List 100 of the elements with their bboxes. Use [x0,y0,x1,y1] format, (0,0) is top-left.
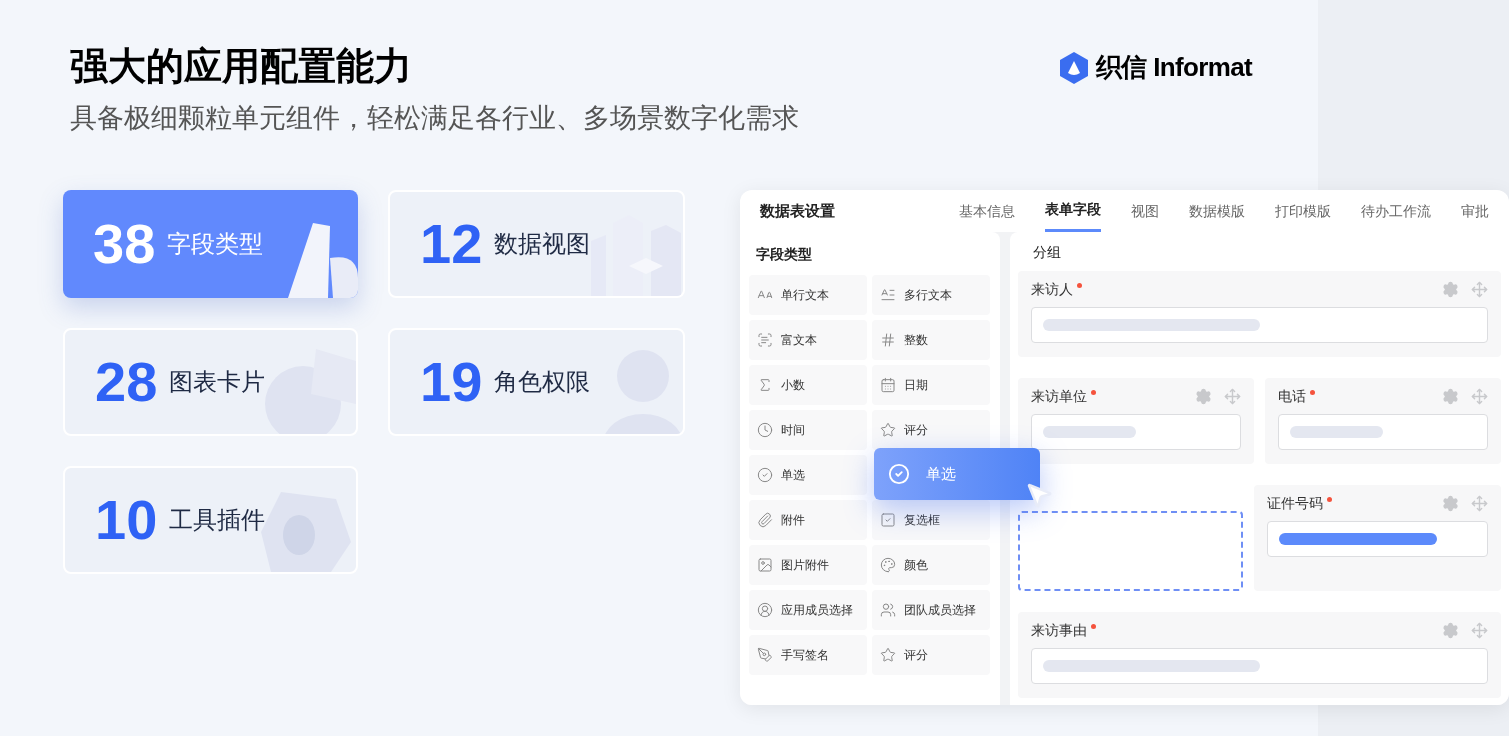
scan-text-icon [757,332,773,348]
field-type-label: 时间 [781,422,805,439]
field-type-label: 评分 [904,422,928,439]
field-type-tile[interactable]: 日期 [872,365,990,405]
stat-label: 字段类型 [167,229,264,259]
field-type-tile[interactable]: 时间 [749,410,867,450]
tab[interactable]: 视图 [1131,190,1159,232]
form-field-card[interactable]: 证件号码 [1254,485,1501,591]
tab[interactable]: 基本信息 [959,190,1015,232]
move-icon[interactable] [1224,387,1241,405]
star-icon [880,647,896,663]
field-label: 来访事由 [1031,620,1087,640]
form-field-card[interactable]: 来访事由 [1018,612,1501,698]
field-type-label: 附件 [781,512,805,529]
field-type-tile[interactable]: 手写签名 [749,635,867,675]
move-icon[interactable] [1471,387,1488,405]
field-type-label: 应用成员选择 [781,602,853,619]
tab[interactable]: 数据模版 [1189,190,1245,232]
hash-icon [880,332,896,348]
input-field[interactable] [1031,307,1488,343]
field-type-label: 复选框 [904,512,940,529]
field-type-tile[interactable]: 附件 [749,500,867,540]
field-type-tile[interactable]: 图片附件 [749,545,867,585]
field-label: 来访单位 [1031,386,1087,406]
chip-label: 单选 [926,463,956,484]
user-icon [757,602,773,618]
field-type-tile[interactable]: 团队成员选择 [872,590,990,630]
input-field[interactable] [1267,521,1488,557]
clock-icon [757,422,773,438]
image-icon [757,557,773,573]
field-type-tile[interactable]: 单选 [749,455,867,495]
input-field[interactable] [1031,648,1488,684]
text-lines-icon [880,287,896,303]
field-label: 电话 [1278,386,1306,406]
settings-icon[interactable] [1442,387,1459,405]
stat-number: 19 [420,354,483,410]
stat-card[interactable]: 10 工具插件 [63,466,358,574]
stat-label: 数据视图 [494,229,591,259]
field-type-tile[interactable]: 应用成员选择 [749,590,867,630]
sigma-icon [757,377,773,393]
tab[interactable]: 待办工作流 [1361,190,1431,232]
tab[interactable]: 审批 [1461,190,1489,232]
move-icon[interactable] [1471,621,1488,639]
field-type-label: 图片附件 [781,557,829,574]
users-icon [880,602,896,618]
settings-icon[interactable] [1442,494,1459,512]
move-icon[interactable] [1471,494,1488,512]
logo-icon [1059,51,1088,84]
stat-number: 38 [93,216,156,272]
field-type-label: 颜色 [904,557,928,574]
field-type-tile[interactable]: 评分 [872,635,990,675]
field-type-label: 多行文本 [904,287,952,304]
pen-icon [757,647,773,663]
stat-number: 12 [420,216,483,272]
field-label: 来访人 [1031,279,1073,299]
stat-card[interactable]: 12 数据视图 [388,190,685,298]
field-type-label: 小数 [781,377,805,394]
move-icon[interactable] [1471,280,1488,298]
section-heading: 分组 [1032,243,1062,262]
field-label: 证件号码 [1267,493,1323,513]
field-type-label: 日期 [904,377,928,394]
field-type-label: 单选 [781,467,805,484]
checkbox-icon [880,512,896,528]
page-title: 强大的应用配置能力 [70,44,413,89]
field-type-label: 团队成员选择 [904,602,976,619]
field-type-label: 富文本 [781,332,817,349]
field-type-tile[interactable]: 单行文本 [749,275,867,315]
form-field-card[interactable]: 来访人 [1018,271,1501,357]
stat-label: 角色权限 [494,367,591,397]
tab[interactable]: 打印模版 [1275,190,1331,232]
field-type-tile[interactable]: 颜色 [872,545,990,585]
input-field[interactable] [1278,414,1488,450]
section-heading: 字段类型 [755,245,813,264]
check-circle-icon [757,467,773,483]
field-type-label: 评分 [904,647,928,664]
field-type-tile[interactable]: 富文本 [749,320,867,360]
stat-label: 工具插件 [169,505,266,535]
stat-card[interactable]: 19 角色权限 [388,328,685,436]
field-type-tile[interactable]: 多行文本 [872,275,990,315]
check-circle-icon [888,463,910,485]
palette-icon [880,557,896,573]
field-type-label: 单行文本 [781,287,829,304]
field-type-tile[interactable]: 评分 [872,410,990,450]
settings-icon[interactable] [1442,280,1459,298]
field-type-label: 手写签名 [781,647,829,664]
field-type-tile[interactable]: 整数 [872,320,990,360]
field-type-tile[interactable]: 复选框 [872,500,990,540]
star-icon [880,422,896,438]
stat-number: 10 [95,492,158,548]
field-type-label: 整数 [904,332,928,349]
stat-card[interactable]: 28 图表卡片 [63,328,358,436]
settings-icon[interactable] [1442,621,1459,639]
settings-icon[interactable] [1195,387,1212,405]
field-type-tile[interactable]: 小数 [749,365,867,405]
paperclip-icon [757,512,773,528]
form-field-card[interactable]: 电话 [1265,378,1501,464]
input-field[interactable] [1031,414,1241,450]
form-field-card[interactable]: 来访单位 [1018,378,1254,464]
stat-number: 28 [95,354,158,410]
logo-text: 织信 Informat [1095,51,1252,84]
